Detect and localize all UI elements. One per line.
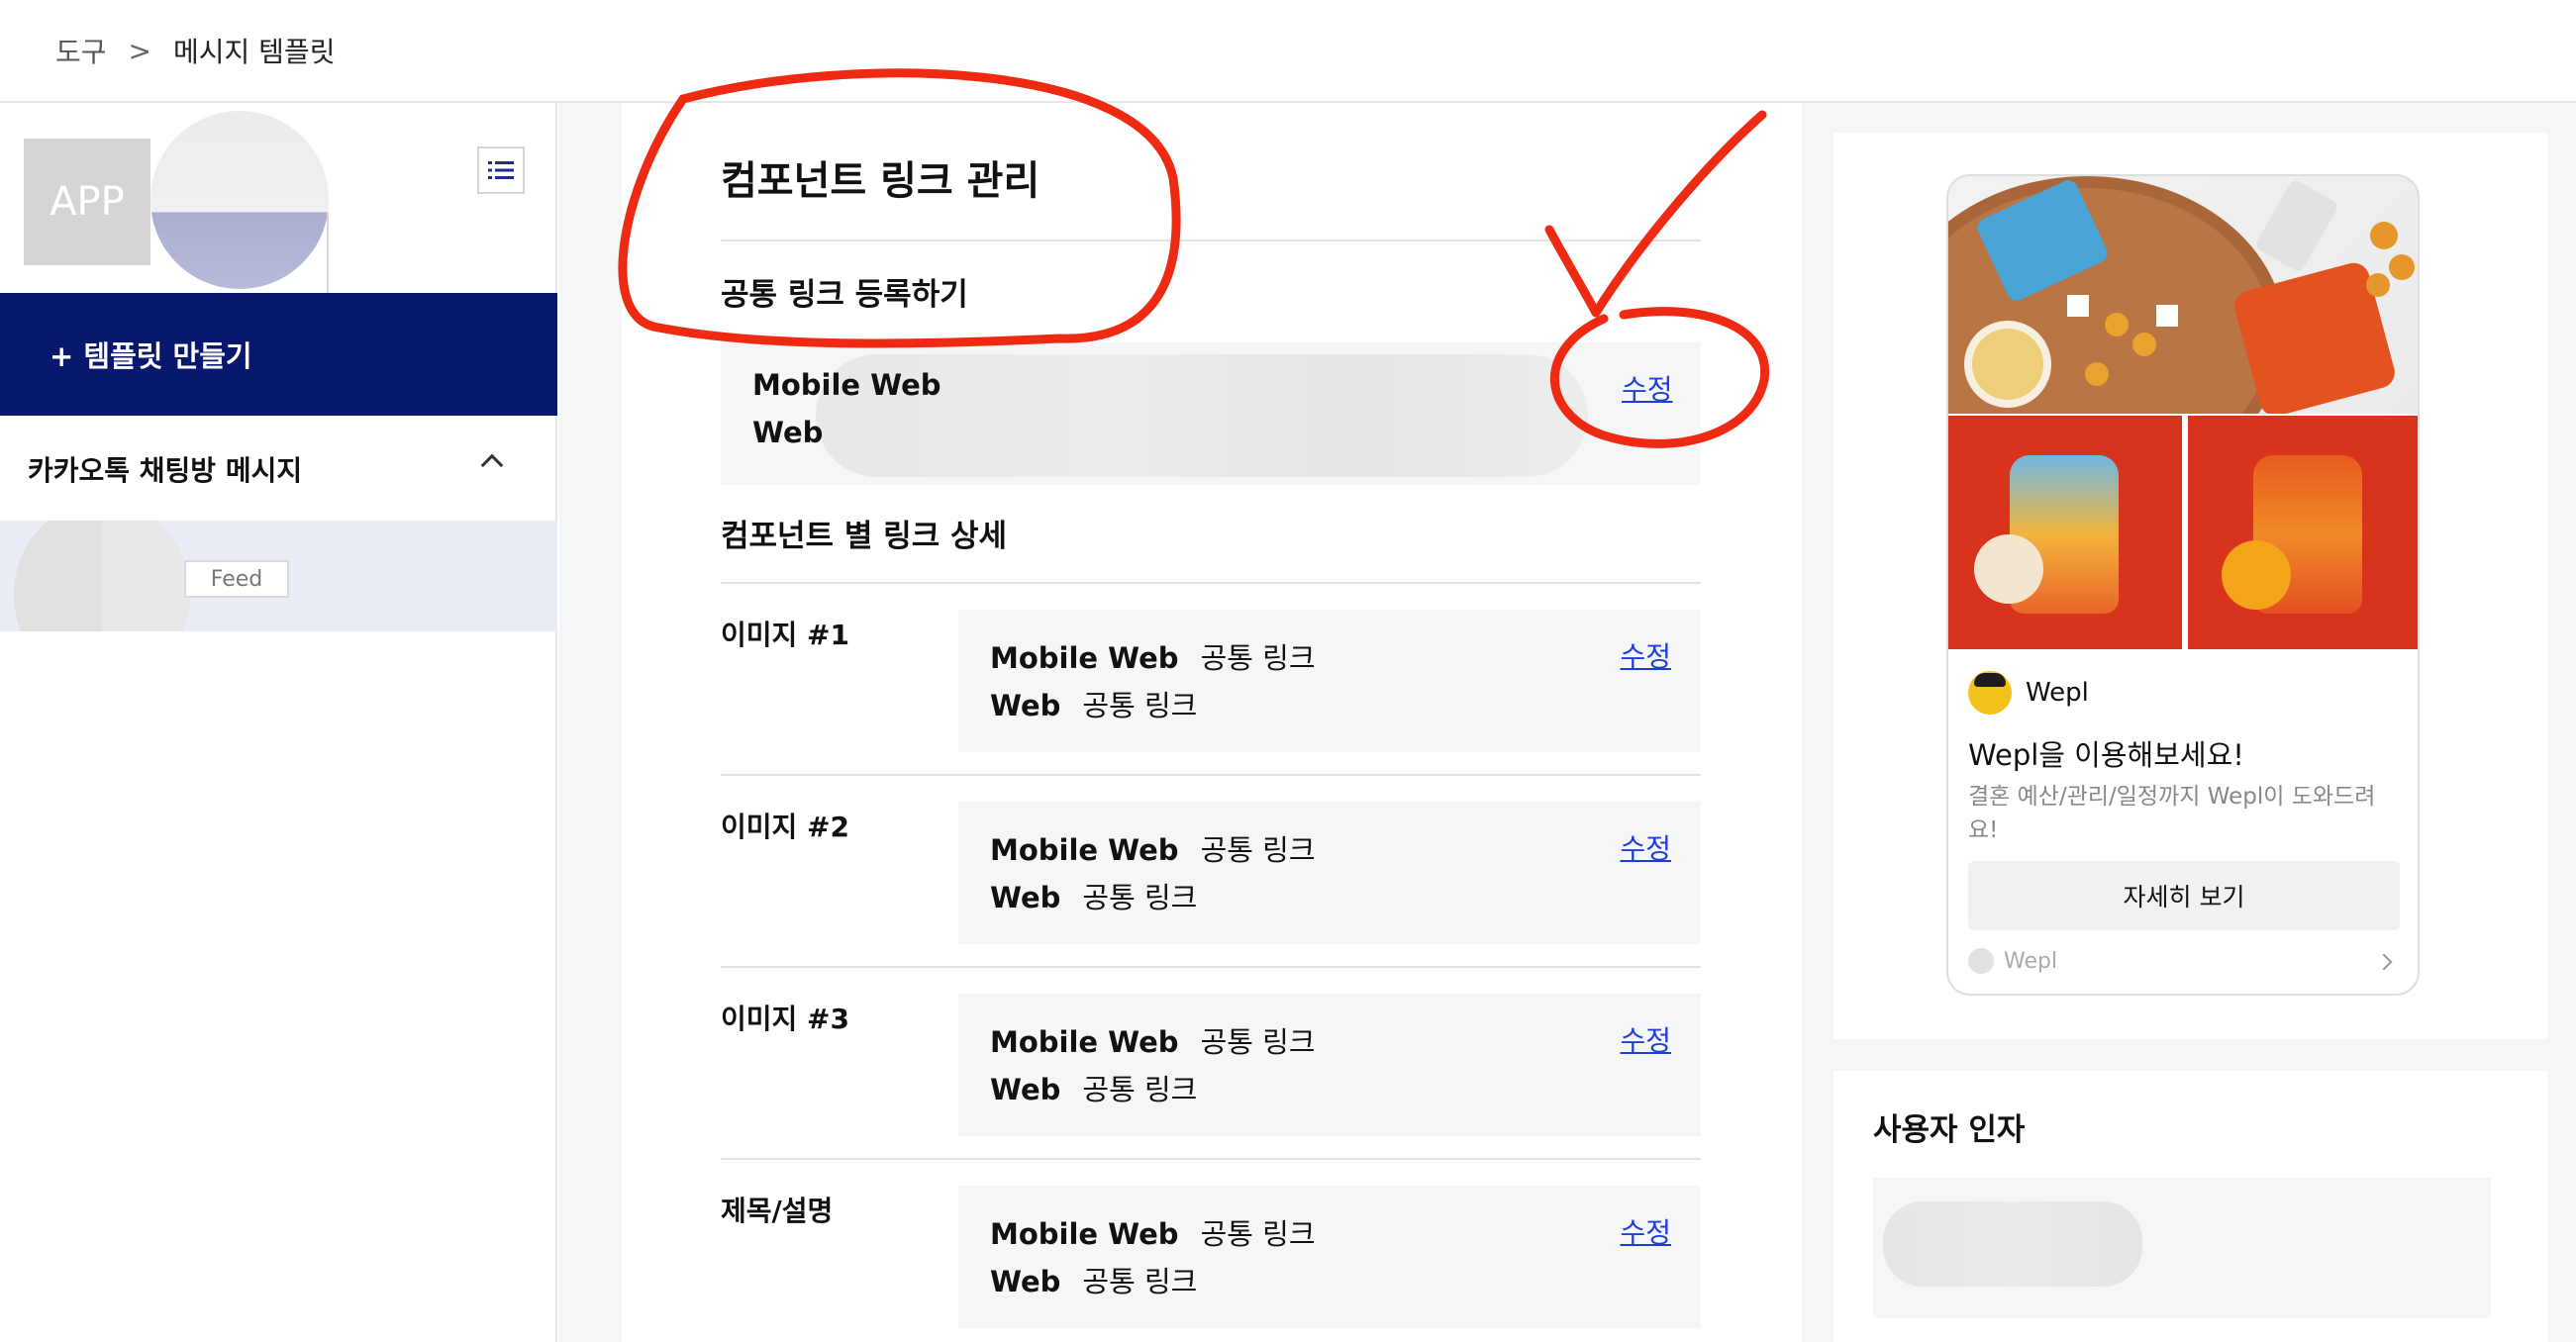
brand-avatar-icon	[1968, 671, 2012, 715]
mobile-web-value: 공통 링크	[1200, 641, 1316, 675]
template-list-item[interactable]: Feed	[0, 521, 557, 631]
web-label: Web	[990, 1073, 1061, 1106]
template-type-tag: Feed	[184, 560, 289, 598]
row-link-box-image-1: Mobile Web 공통 링크 Web 공통 링크 수정	[958, 610, 1701, 752]
user-args-title: 사용자 인자	[1873, 1112, 2026, 1148]
chevron-up-icon[interactable]	[480, 453, 504, 477]
row-label-image-2: 이미지 #2	[721, 811, 849, 843]
web-label: Web	[990, 881, 1061, 914]
component-link-detail-title: 컴포넌트 별 링크 상세	[721, 519, 1008, 554]
edit-link-title-description[interactable]: 수정	[1620, 1211, 1671, 1251]
app-icon-placeholder: APP	[24, 139, 150, 265]
web-value: 공통 링크	[1082, 1265, 1198, 1298]
breadcrumb-separator: >	[128, 34, 151, 67]
message-preview: Wepl Wepl을 이용해보세요! 결혼 예산/관리/일정까지 Wepl이 도…	[1946, 174, 2420, 996]
preview-description: 결혼 예산/관리/일정까지 Wepl이 도와드려요!	[1968, 784, 2376, 843]
section-title: 카카오톡 채팅방 메시지	[28, 454, 303, 487]
row-link-box-image-3: Mobile Web 공통 링크 Web 공통 링크 수정	[958, 994, 1701, 1136]
preview-detail-button[interactable]: 자세히 보기	[1968, 861, 2400, 930]
sidebar: APP + 템플릿 만들기 카카오톡 채팅방 메시지 Feed	[0, 103, 557, 1342]
edit-link-image-3[interactable]: 수정	[1620, 1019, 1671, 1059]
preview-image-2	[1948, 416, 2182, 649]
user-args-value-blurred	[1883, 1201, 2142, 1287]
mobile-web-label: Mobile Web	[990, 833, 1179, 867]
divider	[721, 582, 1701, 584]
create-template-button[interactable]: + 템플릿 만들기	[0, 293, 557, 416]
mobile-web-label: Mobile Web	[990, 1025, 1179, 1059]
web-label: Web	[752, 416, 824, 449]
brand-name: Wepl	[2026, 678, 2089, 708]
template-thumbnail-blurred	[14, 521, 190, 631]
mobile-web-label: Mobile Web	[752, 368, 941, 402]
list-view-button[interactable]	[477, 146, 525, 194]
breadcrumb-root[interactable]: 도구	[55, 31, 107, 70]
web-label: Web	[990, 1265, 1061, 1298]
web-value: 공통 링크	[1082, 689, 1198, 722]
divider	[721, 240, 1701, 241]
mobile-web-label: Mobile Web	[990, 641, 1179, 675]
breadcrumb-current: 메시지 템플릿	[173, 36, 336, 68]
snack-photo-illustration	[1948, 176, 2415, 414]
preview-image-3	[2188, 416, 2418, 649]
app-icon	[1968, 948, 1994, 974]
list-icon	[488, 161, 514, 179]
section-kakaotalk-chat[interactable]: 카카오톡 채팅방 메시지	[0, 418, 557, 521]
footer-brand: Wepl	[2004, 948, 2058, 974]
row-label-image-1: 이미지 #1	[721, 619, 849, 651]
divider	[721, 966, 1701, 968]
snack-lid-illustration	[1974, 534, 2043, 604]
preview-title: Wepl을 이용해보세요!	[1968, 738, 2244, 772]
mobile-web-value: 공통 링크	[1200, 833, 1316, 867]
web-value: 공통 링크	[1082, 881, 1198, 914]
common-edit-link[interactable]: 수정	[1622, 368, 1673, 408]
common-link-box: Mobile Web Web 수정	[721, 342, 1701, 485]
row-link-box-title-description: Mobile Web 공통 링크 Web 공통 링크 수정	[958, 1186, 1701, 1328]
chevron-right-icon	[2375, 953, 2393, 971]
row-label-title-description: 제목/설명	[721, 1195, 834, 1227]
user-args-box	[1873, 1178, 2491, 1318]
snack-lid-illustration	[2222, 540, 2291, 610]
web-value: 공통 링크	[1082, 1073, 1198, 1106]
edit-link-image-2[interactable]: 수정	[1620, 827, 1671, 867]
divider	[721, 1158, 1701, 1160]
mobile-web-label: Mobile Web	[990, 1217, 1179, 1251]
page-title: 컴포넌트 링크 관리	[721, 158, 1040, 204]
breadcrumb: 도구 > 메시지 템플릿	[0, 0, 2576, 103]
preview-brand: Wepl	[1968, 671, 2089, 715]
common-link-title: 공통 링크 등록하기	[721, 277, 968, 313]
mobile-web-value: 공통 링크	[1200, 1025, 1316, 1059]
web-label: Web	[990, 689, 1061, 722]
divider	[721, 774, 1701, 776]
row-label-image-3: 이미지 #3	[721, 1003, 849, 1035]
preview-footer[interactable]: Wepl	[1968, 948, 2400, 974]
row-link-box-image-2: Mobile Web 공통 링크 Web 공통 링크 수정	[958, 802, 1701, 944]
mobile-web-value: 공통 링크	[1200, 1217, 1316, 1251]
preview-image-1	[1948, 176, 2418, 414]
edit-link-image-1[interactable]: 수정	[1620, 635, 1671, 675]
